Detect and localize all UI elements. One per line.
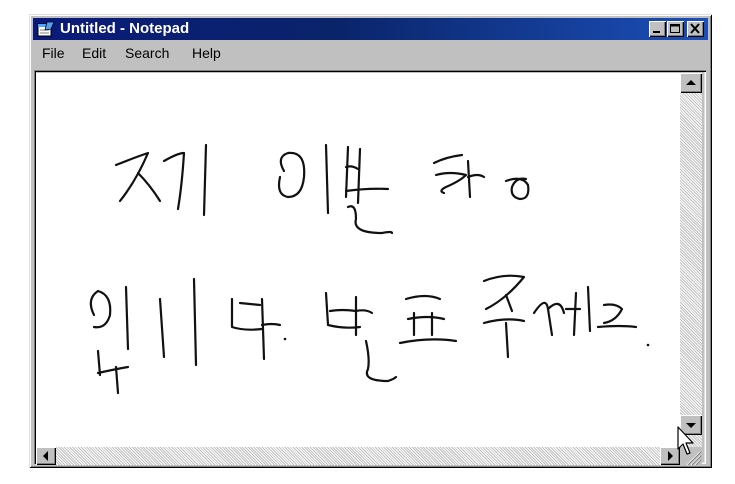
scroll-left-button[interactable] xyxy=(36,447,56,465)
text-editor[interactable] xyxy=(36,73,680,447)
arrow-left-icon xyxy=(43,451,48,461)
title-bar[interactable]: Untitled - Notepad xyxy=(33,18,708,40)
close-button[interactable] xyxy=(687,21,704,37)
scroll-up-button[interactable] xyxy=(680,73,702,93)
handwritten-ink xyxy=(89,143,650,395)
horizontal-scrollbar[interactable] xyxy=(36,447,680,465)
notepad-window: Untitled - Notepad File Edit Search Help xyxy=(29,14,712,468)
vertical-scrollbar[interactable] xyxy=(680,73,702,447)
arrow-up-icon xyxy=(686,80,696,85)
menu-bar: File Edit Search Help xyxy=(33,42,708,64)
window-title: Untitled - Notepad xyxy=(60,20,190,37)
menu-search[interactable]: Search xyxy=(125,45,169,61)
menu-file[interactable]: File xyxy=(42,45,65,61)
maximize-icon xyxy=(670,24,680,33)
close-icon xyxy=(690,23,700,34)
menu-edit[interactable]: Edit xyxy=(82,45,106,61)
notepad-icon xyxy=(37,21,55,37)
menu-help[interactable]: Help xyxy=(192,45,221,61)
minimize-button[interactable] xyxy=(649,21,666,37)
mouse-cursor-icon xyxy=(677,426,694,455)
minimize-icon xyxy=(653,31,660,33)
maximize-button[interactable] xyxy=(667,21,684,37)
